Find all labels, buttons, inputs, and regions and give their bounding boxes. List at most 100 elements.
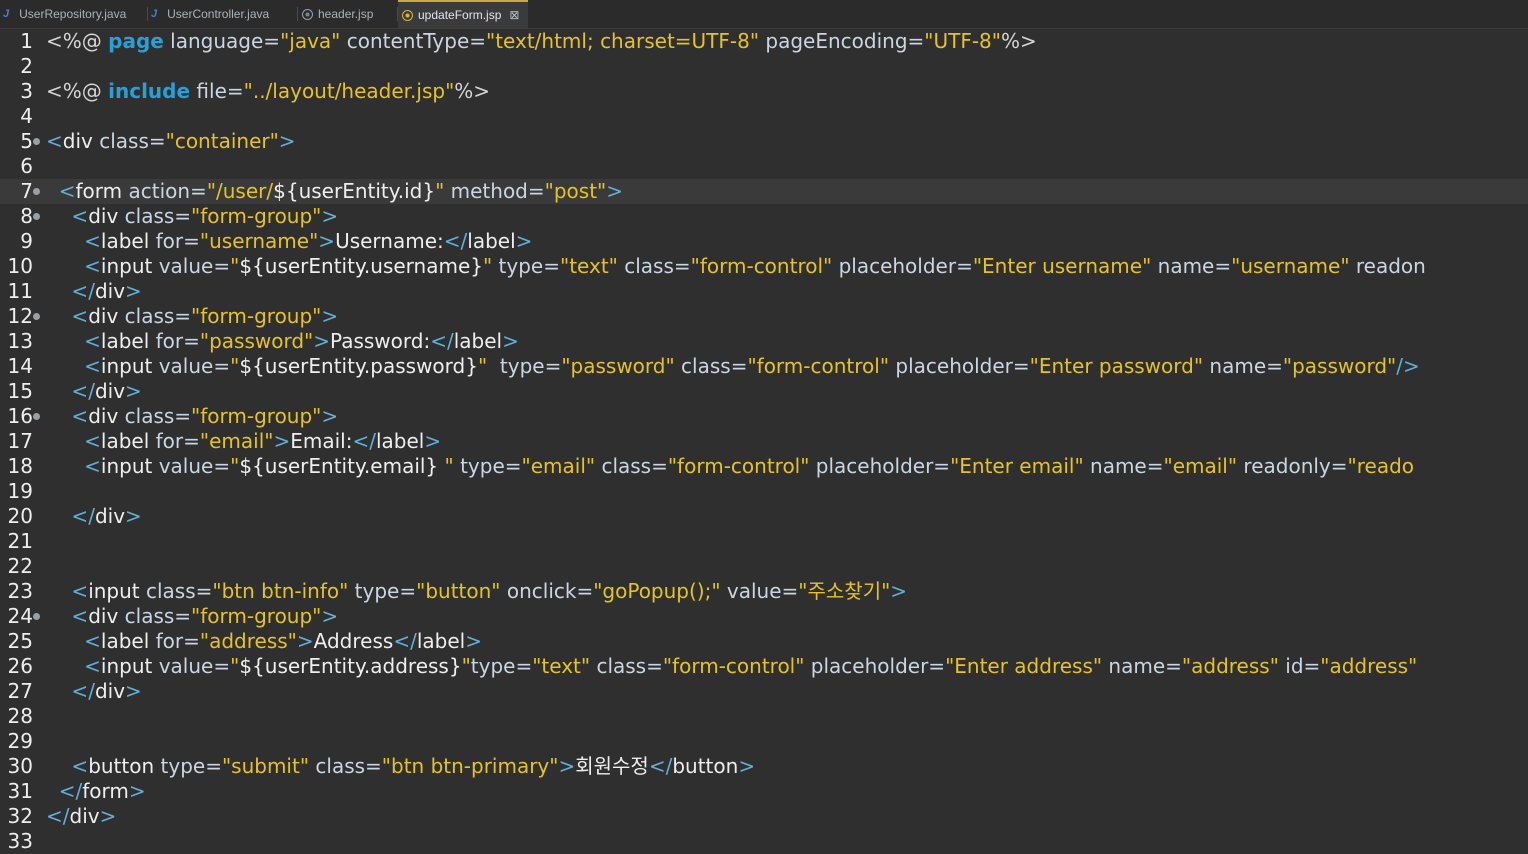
code-text: <label for="email">Email:</label>	[46, 429, 441, 454]
code-token: "	[445, 454, 454, 478]
code-token: value=	[152, 254, 230, 278]
code-token: <	[46, 754, 88, 778]
code-token: name=	[1151, 254, 1231, 278]
code-line[interactable]: 5<div class="container">	[0, 129, 1528, 154]
code-token: label	[101, 629, 149, 653]
code-token: ${userEntity.address}	[239, 654, 461, 678]
code-token: value=	[721, 579, 799, 603]
code-line[interactable]: 20 </div>	[0, 504, 1528, 529]
code-line[interactable]: 17 <label for="email">Email:</label>	[0, 429, 1528, 454]
code-token: file=	[190, 79, 244, 103]
code-token: type=	[500, 354, 561, 378]
code-line[interactable]: 31 </form>	[0, 779, 1528, 804]
code-line[interactable]: 1<%@ page language="java" contentType="t…	[0, 29, 1528, 54]
code-token: div	[95, 379, 125, 403]
line-number: 15	[0, 379, 33, 404]
tab-updateform-jsp[interactable]: updateForm.jsp⊠	[398, 0, 528, 28]
code-token: "text/html; charset=UTF-8"	[486, 29, 759, 53]
tab-header-jsp[interactable]: header.jsp	[298, 0, 396, 28]
code-token: label	[101, 429, 149, 453]
code-line[interactable]: 10 <input value="${userEntity.username}"…	[0, 254, 1528, 279]
code-token: >	[100, 804, 117, 828]
code-token: name=	[1102, 654, 1182, 678]
code-line[interactable]: 27 </div>	[0, 679, 1528, 704]
code-line[interactable]: 3<%@ include file="../layout/header.jsp"…	[0, 79, 1528, 104]
code-token: <	[46, 604, 88, 628]
code-line[interactable]: 9 <label for="username">Username:</label…	[0, 229, 1528, 254]
code-line[interactable]: 29	[0, 729, 1528, 754]
code-line[interactable]: 18 <input value="${userEntity.email} " t…	[0, 454, 1528, 479]
code-token: <	[46, 329, 101, 353]
code-token: <	[46, 229, 101, 253]
code-token: "Enter username"	[973, 254, 1151, 278]
code-line[interactable]: 11 </div>	[0, 279, 1528, 304]
code-line[interactable]: 22	[0, 554, 1528, 579]
code-token: <	[46, 129, 63, 153]
code-line[interactable]: 4	[0, 104, 1528, 129]
code-token: </	[430, 329, 454, 353]
code-line[interactable]: 2	[0, 54, 1528, 79]
code-token: label	[101, 229, 149, 253]
code-line[interactable]: 25 <label for="address">Address</label>	[0, 629, 1528, 654]
code-token: value=	[152, 654, 230, 678]
code-text: <input value="${userEntity.password}" ty…	[46, 354, 1420, 379]
fold-toggle-icon[interactable]	[33, 138, 40, 145]
code-token: for=	[149, 429, 200, 453]
code-line[interactable]: 26 <input value="${userEntity.address}"t…	[0, 654, 1528, 679]
code-token: "java"	[280, 29, 340, 53]
code-line[interactable]: 23 <input class="btn btn-info" type="but…	[0, 579, 1528, 604]
tab-userrepository-java[interactable]: JUserRepository.java	[0, 0, 146, 28]
close-tab-icon[interactable]: ⊠	[509, 8, 519, 22]
code-line[interactable]: 6	[0, 154, 1528, 179]
tab-usercontroller-java[interactable]: JUserController.java	[148, 0, 296, 28]
code-text: <div class="form-group">	[46, 404, 338, 429]
code-token: div	[88, 604, 118, 628]
jsp-file-icon	[302, 9, 313, 20]
code-token: <	[46, 254, 101, 278]
line-number: 6	[0, 154, 33, 179]
code-line[interactable]: 15 </div>	[0, 379, 1528, 404]
code-token: "	[230, 354, 239, 378]
code-line[interactable]: 7 <form action="/user/${userEntity.id}" …	[0, 179, 1528, 204]
line-number: 3	[0, 79, 33, 104]
code-line[interactable]: 28	[0, 704, 1528, 729]
code-token: >	[465, 629, 482, 653]
code-line[interactable]: 12 <div class="form-group">	[0, 304, 1528, 329]
fold-toggle-icon[interactable]	[33, 313, 40, 320]
fold-toggle-icon[interactable]	[33, 213, 40, 220]
code-line[interactable]: 24 <div class="form-group">	[0, 604, 1528, 629]
code-token: "reado	[1348, 454, 1414, 478]
code-line[interactable]: 13 <label for="password">Password:</labe…	[0, 329, 1528, 354]
code-line[interactable]: 21	[0, 529, 1528, 554]
fold-toggle-icon[interactable]	[33, 413, 40, 420]
code-line[interactable]: 19	[0, 479, 1528, 504]
code-token: class=	[309, 754, 382, 778]
code-line[interactable]: 33	[0, 829, 1528, 854]
code-token: >	[297, 629, 314, 653]
code-line[interactable]: 16 <div class="form-group">	[0, 404, 1528, 429]
line-number: 30	[0, 754, 33, 779]
fold-toggle-icon[interactable]	[33, 188, 40, 195]
code-text: <label for="address">Address</label>	[46, 629, 482, 654]
line-number: 32	[0, 804, 33, 829]
code-editor[interactable]: 1<%@ page language="java" contentType="t…	[0, 29, 1528, 839]
code-line[interactable]: 32</div>	[0, 804, 1528, 829]
line-number: 21	[0, 529, 33, 554]
code-token: >	[321, 404, 338, 428]
code-token: class=	[618, 254, 691, 278]
tab-label: UserRepository.java	[19, 7, 126, 21]
code-line[interactable]: 14 <input value="${userEntity.password}"…	[0, 354, 1528, 379]
code-text: <div class="form-group">	[46, 204, 338, 229]
fold-toggle-icon[interactable]	[33, 613, 40, 620]
tab-label: header.jsp	[318, 7, 373, 21]
editor-tab-bar: JUserRepository.javaJUserController.java…	[0, 0, 1528, 29]
code-line[interactable]: 30 <button type="submit" class="btn btn-…	[0, 754, 1528, 779]
code-token: div	[63, 129, 93, 153]
code-token: <	[46, 404, 88, 428]
code-text: <input value="${userEntity.email} " type…	[46, 454, 1414, 479]
code-token: </	[649, 754, 673, 778]
code-token: "email"	[522, 454, 596, 478]
code-token: div	[95, 279, 125, 303]
code-line[interactable]: 8 <div class="form-group">	[0, 204, 1528, 229]
code-token: Address	[314, 629, 394, 653]
